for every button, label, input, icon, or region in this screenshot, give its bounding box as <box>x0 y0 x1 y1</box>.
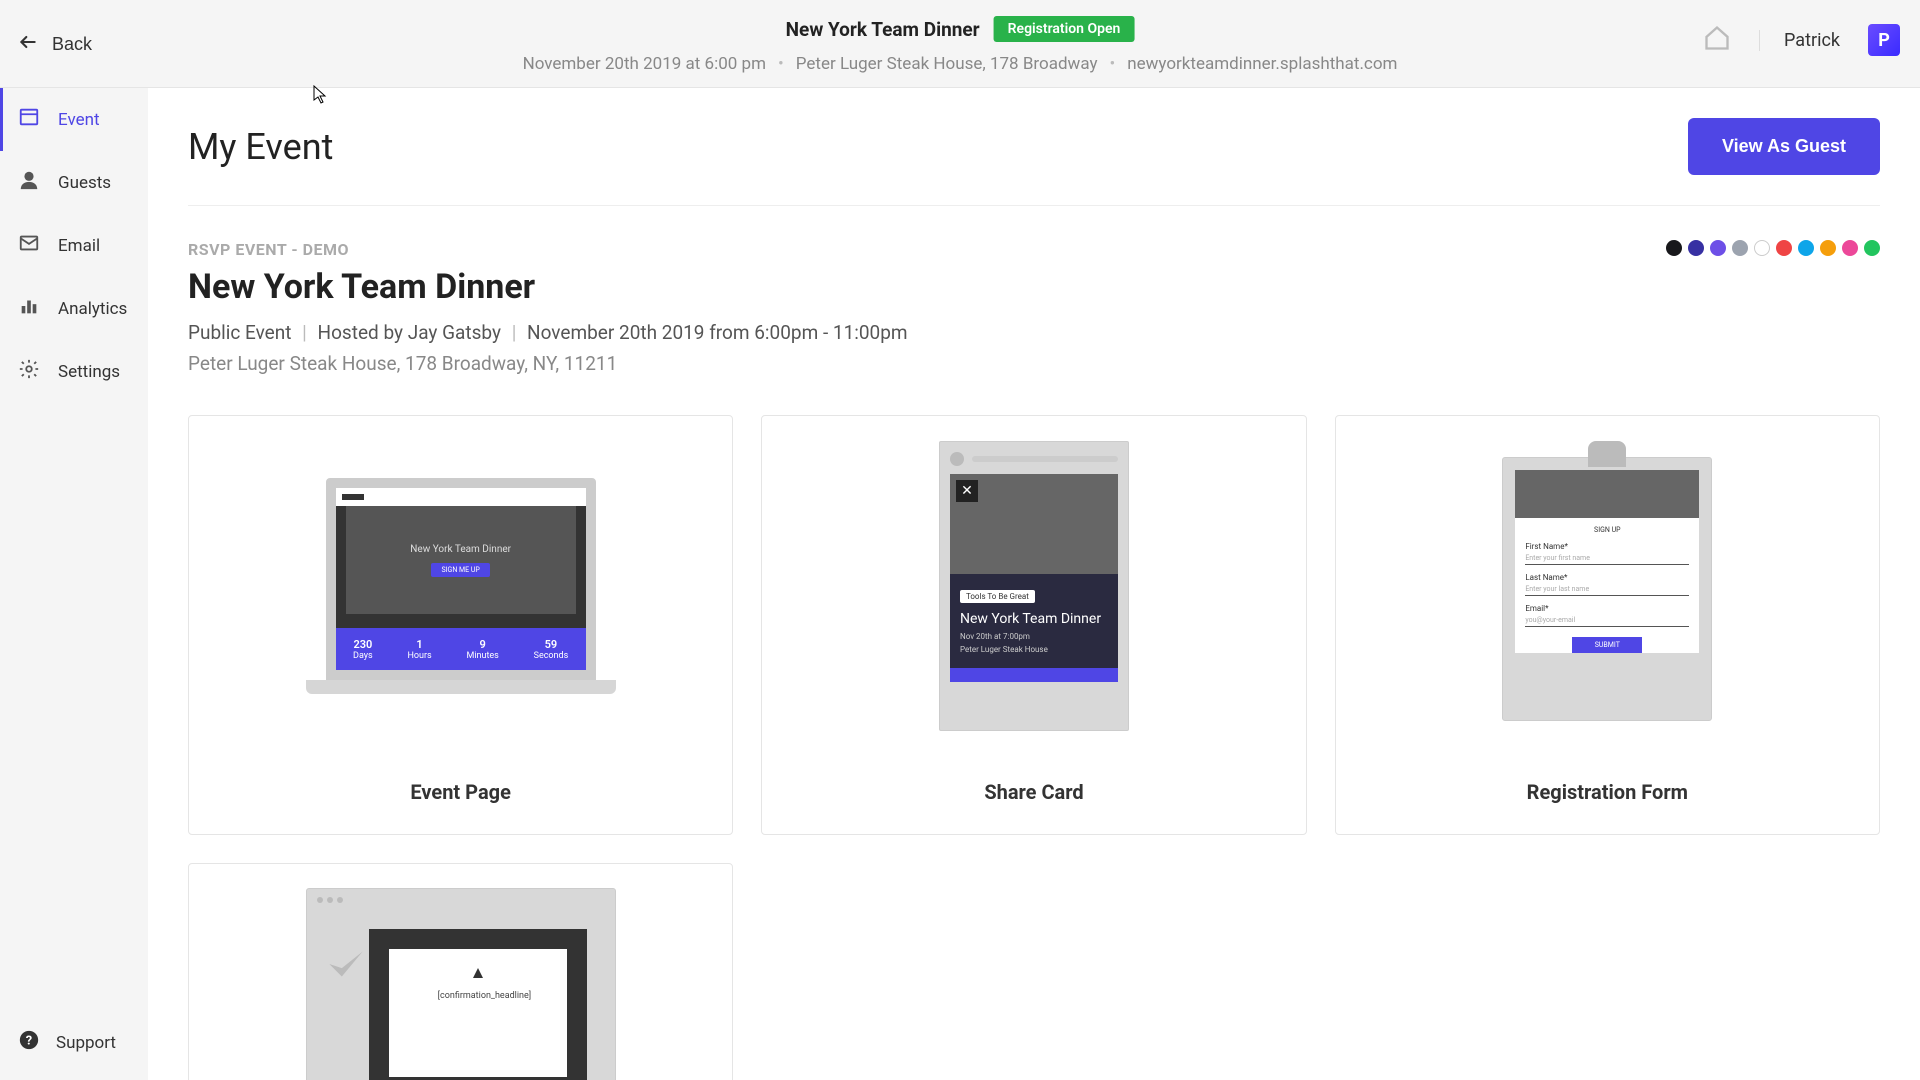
event-datetime: November 20th 2019 from 6:00pm - 11:00pm <box>527 321 908 344</box>
card-event-page[interactable]: New York Team Dinner SIGN ME UP 230Days 1… <box>188 415 733 835</box>
confirmation-preview: [confirmation_headline] <box>306 888 616 1080</box>
preview-first-name-label: First Name* <box>1525 542 1689 551</box>
mail-icon <box>18 232 40 259</box>
topbar-url: newyorkteamdinner.splashthat.com <box>1127 54 1397 74</box>
support-button[interactable]: ? Support <box>18 1029 116 1056</box>
hammer-icon: ✕ <box>956 480 978 502</box>
color-swatch[interactable] <box>1732 240 1748 256</box>
laptop-preview: New York Team Dinner SIGN ME UP 230Days 1… <box>306 478 616 695</box>
sharecard-preview: ✕ Tools To Be Great New York Team Dinner… <box>939 441 1129 731</box>
countdown-segment: 1Hours <box>407 638 431 661</box>
event-title: New York Team Dinner <box>188 267 908 307</box>
card-share-card[interactable]: ✕ Tools To Be Great New York Team Dinner… <box>761 415 1306 835</box>
color-swatch[interactable] <box>1842 240 1858 256</box>
color-palette <box>1666 240 1880 256</box>
countdown-segment: 9Minutes <box>466 638 498 661</box>
event-meta-line-1: Public Event | Hosted by Jay Gatsby | No… <box>188 321 908 344</box>
card-thumb: [confirmation_headline] <box>189 864 732 1080</box>
check-icon <box>321 939 371 989</box>
sidebar: Event Guests Email Analytics Settings ? … <box>0 88 148 1080</box>
card-label: Registration Form <box>1527 756 1688 834</box>
card-confirmation[interactable]: [confirmation_headline] <box>188 863 733 1080</box>
preview-title: New York Team Dinner <box>960 611 1108 628</box>
topbar-center: New York Team Dinner Registration Open N… <box>523 16 1398 74</box>
preview-form-title: SIGN UP <box>1525 526 1689 534</box>
sidebar-item-label: Email <box>58 236 100 256</box>
card-registration-form[interactable]: SIGN UP First Name* Enter your first nam… <box>1335 415 1880 835</box>
logo-icon <box>468 963 488 983</box>
view-as-guest-button[interactable]: View As Guest <box>1688 118 1880 175</box>
color-swatch[interactable] <box>1864 240 1880 256</box>
countdown-segment: 230Days <box>353 638 373 661</box>
support-label: Support <box>56 1033 116 1053</box>
back-button[interactable]: Back <box>18 32 92 57</box>
topbar: Back New York Team Dinner Registration O… <box>0 0 1920 88</box>
event-host: Hosted by Jay Gatsby <box>318 321 501 344</box>
sidebar-item-label: Settings <box>58 362 120 382</box>
card-thumb: New York Team Dinner SIGN ME UP 230Days 1… <box>189 416 732 756</box>
card-thumb: SIGN UP First Name* Enter your first nam… <box>1336 416 1879 756</box>
separator-dot: • <box>1109 54 1115 74</box>
page-title: My Event <box>188 126 333 168</box>
card-label: Share Card <box>984 756 1083 834</box>
event-category: RSVP EVENT - DEMO <box>188 240 908 259</box>
sidebar-item-event[interactable]: Event <box>0 88 148 151</box>
color-swatch[interactable] <box>1820 240 1836 256</box>
home-icon[interactable] <box>1703 24 1731 56</box>
topbar-venue: Peter Luger Steak House, 178 Broadway <box>796 54 1098 74</box>
preview-submit: SUBMIT <box>1572 637 1642 653</box>
event-location: Peter Luger Steak House, 178 Broadway, N… <box>188 352 908 375</box>
main-content: My Event View As Guest RSVP EVENT - DEMO… <box>148 88 1920 1080</box>
regform-preview: SIGN UP First Name* Enter your first nam… <box>1502 441 1712 731</box>
back-label: Back <box>52 34 92 55</box>
preview-sub1: Nov 20th at 7:00pm <box>960 632 1108 641</box>
sidebar-item-email[interactable]: Email <box>0 214 148 277</box>
preview-email-label: Email* <box>1525 604 1689 613</box>
svg-text:?: ? <box>26 1034 32 1049</box>
topbar-datetime: November 20th 2019 at 6:00 pm <box>523 54 766 74</box>
color-swatch[interactable] <box>1776 240 1792 256</box>
preview-first-name-field: Enter your first name <box>1525 551 1689 565</box>
help-icon: ? <box>18 1029 40 1056</box>
registration-status-badge: Registration Open <box>994 16 1135 42</box>
color-swatch[interactable] <box>1666 240 1682 256</box>
sidebar-item-label: Analytics <box>58 299 127 319</box>
color-swatch[interactable] <box>1754 240 1770 256</box>
avatar[interactable]: P <box>1868 24 1900 56</box>
window-icon <box>18 106 40 133</box>
color-swatch[interactable] <box>1798 240 1814 256</box>
arrow-left-icon <box>18 32 38 57</box>
username[interactable]: Patrick <box>1759 30 1840 51</box>
gear-icon <box>18 358 40 385</box>
preview-last-name-label: Last Name* <box>1525 573 1689 582</box>
sidebar-item-analytics[interactable]: Analytics <box>0 277 148 340</box>
event-meta-block: RSVP EVENT - DEMO New York Team Dinner P… <box>188 240 908 375</box>
card-thumb: ✕ Tools To Be Great New York Team Dinner… <box>762 416 1305 756</box>
user-icon <box>18 169 40 196</box>
event-visibility: Public Event <box>188 321 291 344</box>
separator-dot: • <box>778 54 784 74</box>
preview-cta: SIGN ME UP <box>431 563 489 577</box>
bar-chart-icon <box>18 295 40 322</box>
sidebar-item-label: Event <box>58 110 100 130</box>
color-swatch[interactable] <box>1688 240 1704 256</box>
topbar-right: Patrick P <box>1703 24 1900 56</box>
sidebar-item-label: Guests <box>58 173 111 193</box>
preview-last-name-field: Enter your last name <box>1525 582 1689 596</box>
color-swatch[interactable] <box>1710 240 1726 256</box>
topbar-event-title: New York Team Dinner <box>786 18 980 41</box>
preview-sub2: Peter Luger Steak House <box>960 645 1108 654</box>
countdown-segment: 59Seconds <box>534 638 569 661</box>
preview-confirm-headline: [confirmation_headline] <box>438 991 518 1001</box>
card-label: Event Page <box>410 756 510 834</box>
preview-email-field: you@your-email <box>1525 613 1689 627</box>
sidebar-item-settings[interactable]: Settings <box>0 340 148 403</box>
preview-tag: Tools To Be Great <box>960 590 1035 603</box>
preview-title: New York Team Dinner <box>410 544 511 555</box>
sidebar-item-guests[interactable]: Guests <box>0 151 148 214</box>
